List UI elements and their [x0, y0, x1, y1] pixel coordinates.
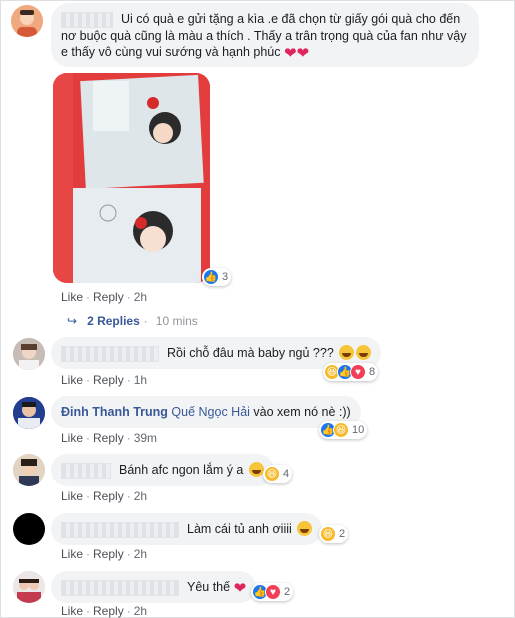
avatar[interactable]: [13, 454, 45, 486]
avatar[interactable]: [13, 397, 45, 429]
comment-thread: Ui có quà e gửi tặng a kìa .e đã chọn từ…: [0, 0, 515, 618]
replies-time: 10 mins: [155, 314, 198, 328]
laughing-emoji-icon: [248, 462, 264, 477]
heart-icon: ❤: [283, 44, 297, 62]
comment-bubble: Đinh Thanh Trung Quế Ngọc Hải vào xem nó…: [51, 396, 361, 428]
comment-actions: Like · Reply · 2h: [61, 489, 148, 503]
laughing-emoji-icon: [339, 345, 355, 360]
reaction-summary[interactable]: 👍 3: [202, 268, 232, 286]
redacted-author-name[interactable]: [61, 11, 113, 28]
comment-actions: Like · Reply · 2h: [61, 604, 148, 618]
avatar[interactable]: [13, 338, 45, 370]
reaction-count: 3: [222, 271, 229, 283]
love-reaction-icon: ♥: [265, 584, 281, 600]
comment-bubble: Yêu thế ❤: [51, 571, 257, 603]
timestamp[interactable]: 39m: [134, 431, 157, 445]
comment-text: Yêu thế: [187, 580, 231, 594]
reaction-summary[interactable]: 👍 ♥ 2: [251, 583, 294, 601]
comment-actions: Like · Reply · 2h: [61, 290, 148, 304]
like-link[interactable]: Like: [61, 604, 83, 618]
reply-link[interactable]: Reply: [93, 373, 124, 387]
reaction-count: 4: [283, 468, 290, 480]
reaction-count: 8: [369, 366, 376, 378]
laughing-emoji-icon: [356, 345, 372, 360]
reaction-count: 2: [284, 586, 291, 598]
avatar[interactable]: [11, 5, 43, 37]
timestamp[interactable]: 2h: [134, 489, 147, 503]
timestamp[interactable]: 2h: [134, 604, 147, 618]
reaction-summary[interactable]: 😆 2: [319, 525, 349, 543]
timestamp[interactable]: 1h: [134, 373, 147, 387]
haha-reaction-icon: 😆: [333, 422, 349, 438]
like-link[interactable]: Like: [61, 431, 83, 445]
reaction-count: 10: [352, 424, 365, 436]
redacted-author-name[interactable]: [61, 462, 111, 479]
timestamp[interactable]: 2h: [134, 547, 147, 561]
reaction-count: 2: [339, 528, 346, 540]
avatar[interactable]: [13, 571, 45, 603]
laughing-emoji-icon: [297, 521, 313, 536]
comment-bubble: Làm cái tủ anh ơiiii: [51, 513, 323, 545]
reply-link[interactable]: Reply: [93, 604, 124, 618]
comment-author[interactable]: Đinh Thanh Trung: [61, 405, 168, 419]
view-replies-link[interactable]: ↪ 2 Replies · 10 mins: [67, 314, 198, 328]
reaction-summary[interactable]: 👍 😆 10: [319, 421, 368, 439]
comment-bubble: Bánh afc ngon lắm ý a: [51, 454, 274, 486]
reply-link[interactable]: Reply: [93, 547, 124, 561]
heart-icon: ❤: [233, 580, 247, 597]
timestamp[interactable]: 2h: [134, 290, 147, 304]
comment-bubble: Ui có quà e gửi tặng a kìa .e đã chọn từ…: [51, 3, 479, 67]
heart-icon: ❤: [296, 44, 310, 62]
like-link[interactable]: Like: [61, 373, 83, 387]
comment-text: Ui có quà e gửi tặng a kìa .e đã chọn từ…: [61, 12, 467, 59]
like-link[interactable]: Like: [61, 489, 83, 503]
reply-link[interactable]: Reply: [93, 431, 124, 445]
reaction-summary[interactable]: 😆 👍 ♥ 8: [323, 363, 379, 381]
love-reaction-icon: ♥: [350, 364, 366, 380]
redacted-author-name[interactable]: [61, 579, 179, 596]
mentioned-user[interactable]: Quế Ngọc Hải: [171, 405, 250, 419]
comment-text: Bánh afc ngon lắm ý a: [119, 463, 244, 477]
comment-text: Làm cái tủ anh ơiiii: [187, 522, 292, 536]
like-link[interactable]: Like: [61, 290, 83, 304]
gift-photo[interactable]: [53, 73, 210, 283]
comment-actions: Like · Reply · 39m: [61, 431, 158, 445]
haha-reaction-icon: 😆: [320, 526, 336, 542]
redacted-author-name[interactable]: [61, 521, 179, 538]
comment-actions: Like · Reply · 1h: [61, 373, 148, 387]
comment-text: vào xem nó nè :)): [253, 405, 351, 419]
redacted-author-name[interactable]: [61, 345, 159, 362]
comment-text: Rồi chỗ đâu mà baby ngủ ???: [167, 346, 334, 360]
avatar[interactable]: [13, 513, 45, 545]
haha-reaction-icon: 😆: [264, 466, 280, 482]
reaction-summary[interactable]: 😆 4: [263, 465, 293, 483]
like-link[interactable]: Like: [61, 547, 83, 561]
reply-link[interactable]: Reply: [93, 290, 124, 304]
comment-actions: Like · Reply · 2h: [61, 547, 148, 561]
reply-link[interactable]: Reply: [93, 489, 124, 503]
reply-arrow-icon: ↪: [67, 314, 78, 328]
like-reaction-icon: 👍: [203, 269, 219, 285]
replies-count: 2 Replies: [87, 314, 140, 328]
